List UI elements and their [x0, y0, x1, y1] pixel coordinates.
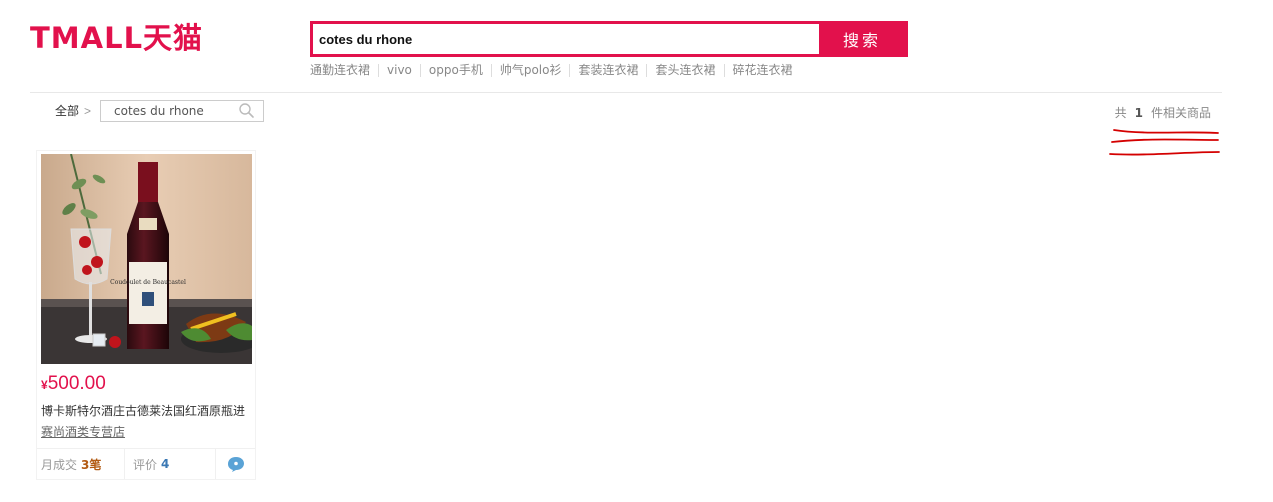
search-bar: 搜索 [310, 21, 908, 57]
header-divider [30, 92, 1222, 93]
breadcrumb-current-query[interactable]: cotes du rhone [100, 100, 264, 122]
hot-keywords: 通勤连衣裙 vivo oppo手机 帅气polo衫 套装连衣裙 套头连衣裙 碎花连衣裙 [310, 64, 801, 77]
hotword-item[interactable]: 通勤连衣裙 [310, 64, 378, 77]
price-currency-symbol: ¥ [41, 378, 48, 392]
product-title[interactable]: 博卡斯特尔酒庄古德莱法国红酒原瓶进 [41, 403, 253, 419]
red-annotation-marks [1109, 129, 1220, 156]
price-value: 500.00 [47, 373, 106, 394]
breadcrumb-all[interactable]: 全部 [55, 103, 79, 119]
monthly-sales-value: 3笔 [81, 457, 102, 472]
wangwang-chat-icon[interactable] [216, 449, 255, 479]
breadcrumb-query-text: cotes du rhone [114, 104, 204, 118]
logo-text: TMALL天猫 [30, 21, 204, 55]
product-image[interactable]: Coudoulet de Beaucastel [41, 154, 252, 364]
result-count-prefix: 共 [1114, 106, 1127, 120]
review-label: 评价 [133, 457, 158, 472]
hotword-item[interactable]: vivo [378, 64, 420, 77]
breadcrumb-arrow-icon: > [84, 104, 92, 118]
hotword-item[interactable]: oppo手机 [419, 64, 491, 77]
review-value: 4 [161, 457, 170, 471]
svg-text:Coudoulet de Beaucastel: Coudoulet de Beaucastel [110, 279, 186, 286]
tmall-logo[interactable]: TMALL天猫 [30, 22, 203, 54]
search-icon[interactable] [237, 101, 257, 121]
search-input[interactable] [313, 24, 819, 54]
monthly-sales-label: 月成交 [41, 457, 78, 472]
search-button[interactable]: 搜索 [819, 24, 905, 54]
review-count[interactable]: 评价 4 [125, 449, 216, 479]
hotword-item[interactable]: 套装连衣裙 [569, 64, 646, 77]
result-count: 共 1 件相关商品 [1115, 104, 1211, 121]
monthly-sales: 月成交 3笔 [37, 449, 125, 479]
hotword-item[interactable]: 碎花连衣裙 [723, 64, 801, 77]
shop-name-link[interactable]: 赛尚酒类专营店 [41, 424, 125, 440]
product-stats: 月成交 3笔 评价 4 [37, 448, 255, 479]
hotword-item[interactable]: 帅气polo衫 [490, 64, 570, 77]
result-count-suffix: 件相关商品 [1150, 106, 1211, 120]
hotword-item[interactable]: 套头连衣裙 [646, 64, 723, 77]
product-price: ¥500.00 [41, 373, 106, 396]
result-count-number: 1 [1134, 105, 1143, 120]
product-card[interactable]: Coudoulet de Beaucastel ¥500.00 博卡斯特尔酒庄古… [36, 150, 256, 480]
